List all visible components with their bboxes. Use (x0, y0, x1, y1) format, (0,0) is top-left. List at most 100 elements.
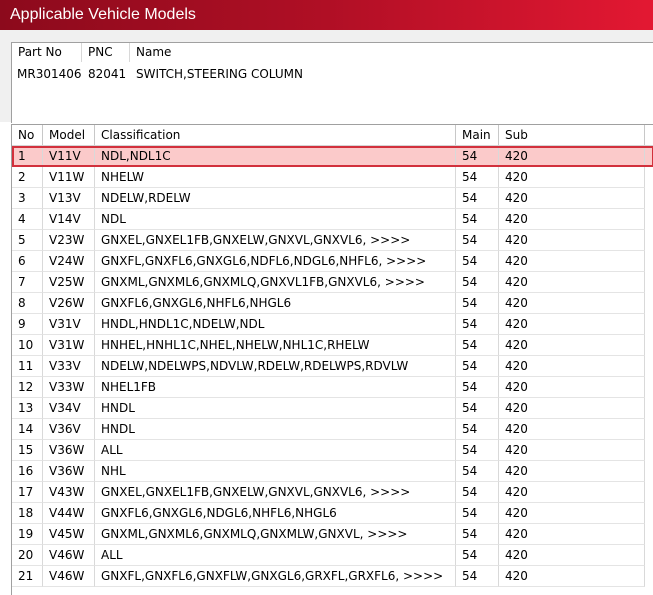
cell-model: V13V (43, 188, 95, 209)
cell-main: 54 (456, 482, 499, 503)
cell-main: 54 (456, 545, 499, 566)
cell-main: 54 (456, 419, 499, 440)
table-row[interactable]: 1 V11V NDL,NDL1C 54 420 (12, 146, 653, 167)
column-header-sub[interactable]: Sub (499, 125, 645, 145)
table-row[interactable]: 18 V44W GNXFL6,GNXGL6,NDGL6,NHFL6,NHGL6 54 4… (12, 503, 653, 524)
cell-main: 54 (456, 188, 499, 209)
cell-classification: NHL (95, 461, 456, 482)
column-header-classification[interactable]: Classification (95, 125, 456, 145)
table-row[interactable]: 16 V36W NHL 54 420 (12, 461, 653, 482)
cell-classification: NDELW,NDELWPS,NDVLW,RDELW,RDELWPS,RDVLW (95, 356, 456, 377)
cell-model: V31W (43, 335, 95, 356)
cell-no: 6 (12, 251, 43, 272)
cell-model: V46W (43, 545, 95, 566)
cell-main: 54 (456, 356, 499, 377)
column-header-main[interactable]: Main (456, 125, 499, 145)
cell-sub: 420 (499, 566, 645, 587)
cell-sub: 420 (499, 377, 645, 398)
table-row[interactable]: 12 V33W NHEL1FB 54 420 (12, 377, 653, 398)
cell-sub: 420 (499, 209, 645, 230)
cell-model: V45W (43, 524, 95, 545)
table-row[interactable]: 19 V45W GNXML,GNXML6,GNXMLQ,GNXMLW,GNXVL, … (12, 524, 653, 545)
cell-model: V11V (43, 146, 95, 167)
cell-classification: ALL (95, 545, 456, 566)
part-info-list: Part No PNC Name MR301406 82041 SWITCH,S… (11, 42, 653, 123)
cell-main: 54 (456, 398, 499, 419)
cell-no: 19 (12, 524, 43, 545)
table-row[interactable]: 3 V13V NDELW,RDELW 54 420 (12, 188, 653, 209)
cell-model: V25W (43, 272, 95, 293)
cell-main: 54 (456, 524, 499, 545)
cell-sub: 420 (499, 251, 645, 272)
cell-no: 20 (12, 545, 43, 566)
cell-classification: GNXFL,GNXFL6,GNXFLW,GNXGL6,GRXFL,GRXFL6,… (95, 566, 456, 587)
cell-no: 7 (12, 272, 43, 293)
cell-model: V43W (43, 482, 95, 503)
cell-classification: GNXEL,GNXEL1FB,GNXELW,GNXVL,GNXVL6, >>>> (95, 482, 456, 503)
column-header-no[interactable]: No (12, 125, 43, 145)
cell-sub: 420 (499, 440, 645, 461)
cell-classification: GNXML,GNXML6,GNXMLQ,GNXMLW,GNXVL, >>>> (95, 524, 456, 545)
table-row[interactable]: 9 V31V HNDL,HNDL1C,NDELW,NDL 54 420 (12, 314, 653, 335)
table-row[interactable]: 14 V36V HNDL 54 420 (12, 419, 653, 440)
cell-main: 54 (456, 293, 499, 314)
cell-model: V36V (43, 419, 95, 440)
cell-main: 54 (456, 230, 499, 251)
cell-no: 16 (12, 461, 43, 482)
cell-no: 14 (12, 419, 43, 440)
column-header-model[interactable]: Model (43, 125, 95, 145)
cell-sub: 420 (499, 461, 645, 482)
cell-main: 54 (456, 440, 499, 461)
table-row[interactable]: 6 V24W GNXFL,GNXFL6,GNXGL6,NDFL6,NDGL6,NHF… (12, 251, 653, 272)
cell-sub: 420 (499, 314, 645, 335)
cell-sub: 420 (499, 356, 645, 377)
table-row[interactable]: 8 V26W GNXFL6,GNXGL6,NHFL6,NHGL6 54 420 (12, 293, 653, 314)
cell-model: V44W (43, 503, 95, 524)
cell-no: 1 (12, 146, 43, 167)
table-row[interactable]: 13 V34V HNDL 54 420 (12, 398, 653, 419)
cell-model: V24W (43, 251, 95, 272)
cell-no: 3 (12, 188, 43, 209)
cell-no: 13 (12, 398, 43, 419)
cell-model: V33W (43, 377, 95, 398)
cell-classification: NHEL1FB (95, 377, 456, 398)
cell-classification: HNDL (95, 419, 456, 440)
cell-classification: NDELW,RDELW (95, 188, 456, 209)
table-row[interactable]: 10 V31W HNHEL,HNHL1C,NHEL,NHELW,NHL1C,RHEL… (12, 335, 653, 356)
pnc-value: 82041 (88, 67, 127, 81)
cell-model: V26W (43, 293, 95, 314)
table-row[interactable]: 4 V14V NDL 54 420 (12, 209, 653, 230)
cell-no: 18 (12, 503, 43, 524)
cell-model: V36W (43, 440, 95, 461)
table-header-row: No Model Classification Main Sub (12, 125, 653, 146)
cell-sub: 420 (499, 398, 645, 419)
table-row[interactable]: 11 V33V NDELW,NDELWPS,NDVLW,RDELW,RDELWPS,… (12, 356, 653, 377)
cell-main: 54 (456, 146, 499, 167)
table-row[interactable]: 17 V43W GNXEL,GNXEL1FB,GNXELW,GNXVL,GNXVL6… (12, 482, 653, 503)
cell-no: 12 (12, 377, 43, 398)
cell-no: 5 (12, 230, 43, 251)
cell-classification: NDL,NDL1C (95, 146, 456, 167)
table-row[interactable]: 5 V23W GNXEL,GNXEL1FB,GNXELW,GNXVL,GNXVL6,… (12, 230, 653, 251)
pnc-header[interactable]: PNC (82, 43, 130, 62)
part-name-value: SWITCH,STEERING COLUMN (136, 67, 303, 81)
name-header[interactable]: Name (130, 43, 430, 62)
cell-classification: HNDL (95, 398, 456, 419)
cell-no: 4 (12, 209, 43, 230)
window-title-bar: Applicable Vehicle Models (0, 0, 653, 30)
cell-main: 54 (456, 272, 499, 293)
cell-sub: 420 (499, 524, 645, 545)
table-row[interactable]: 15 V36W ALL 54 420 (12, 440, 653, 461)
part-no-header[interactable]: Part No (12, 43, 82, 62)
table-row[interactable]: 2 V11W NHELW 54 420 (12, 167, 653, 188)
cell-main: 54 (456, 335, 499, 356)
cell-main: 54 (456, 314, 499, 335)
cell-classification: GNXML,GNXML6,GNXMLQ,GNXVL1FB,GNXVL6, >>>… (95, 272, 456, 293)
table-row[interactable]: 7 V25W GNXML,GNXML6,GNXMLQ,GNXVL1FB,GNXVL6… (12, 272, 653, 293)
table-row[interactable]: 21 V46W GNXFL,GNXFL6,GNXFLW,GNXGL6,GRXFL,G… (12, 566, 653, 587)
table-row[interactable]: 20 V46W ALL 54 420 (12, 545, 653, 566)
cell-classification: GNXFL,GNXFL6,GNXGL6,NDFL6,NDGL6,NHFL6, >… (95, 251, 456, 272)
part-no-value: MR301406 (17, 67, 82, 81)
cell-main: 54 (456, 461, 499, 482)
cell-no: 21 (12, 566, 43, 587)
